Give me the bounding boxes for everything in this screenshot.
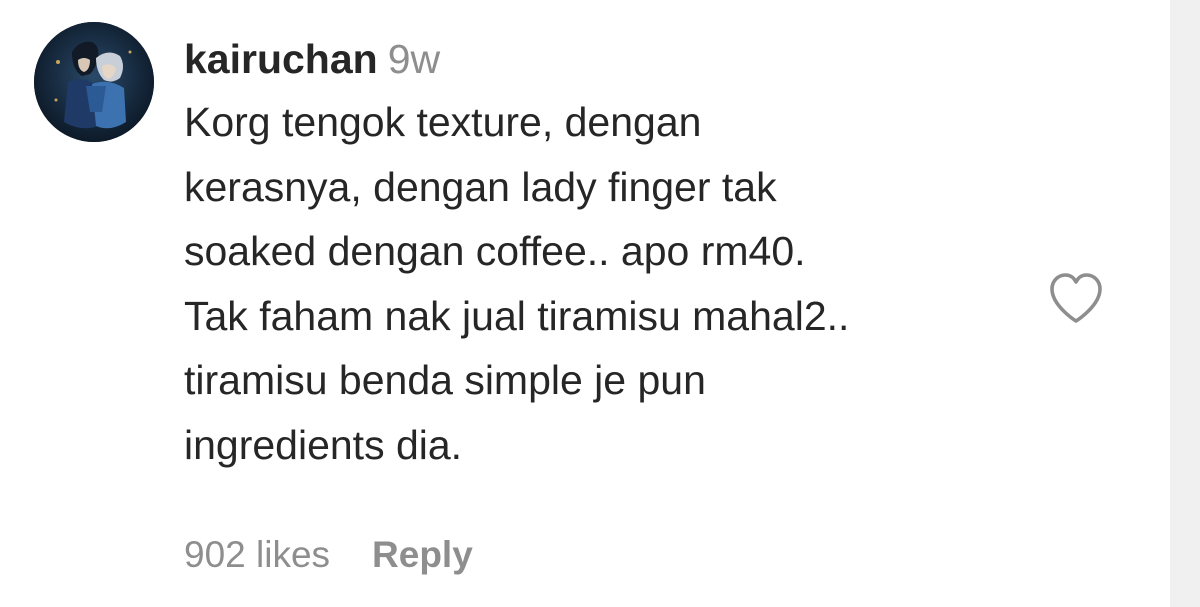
scrollbar-track[interactable]	[1170, 0, 1200, 607]
comment-page: kairuchan 9w Korg tengok texture, dengan …	[0, 0, 1200, 607]
comment-text-line: ingredients dia.	[184, 421, 463, 468]
user-avatar[interactable]	[34, 22, 154, 142]
comment-text-line: Korg tengok texture, dengan	[184, 99, 702, 145]
comment-header: kairuchan 9w	[184, 30, 1044, 88]
comment-body: kairuchan 9w Korg tengok texture, dengan …	[184, 30, 1044, 477]
comment-timestamp[interactable]: 9w	[388, 36, 440, 82]
comment-text: Korg tengok texture, dengan kerasnya, de…	[184, 90, 1044, 477]
anime-avatar-icon	[34, 22, 154, 142]
comment-text-line: tiramisu benda simple je pun	[184, 357, 706, 403]
comment-text-line: Tak faham nak jual tiramisu mahal2..	[184, 292, 850, 339]
heart-outline-icon	[1050, 273, 1102, 323]
comment-item: kairuchan 9w Korg tengok texture, dengan …	[0, 0, 1170, 607]
like-button[interactable]	[1046, 270, 1106, 326]
reply-button[interactable]: Reply	[372, 534, 473, 575]
username-link[interactable]: kairuchan	[184, 36, 378, 82]
likes-count-button[interactable]: 902 likes	[184, 534, 330, 575]
comment-text-line: kerasnya, dengan lady finger tak	[184, 163, 777, 210]
comment-text-line: soaked dengan coffee.. apo rm40.	[184, 228, 806, 274]
comment-actions: 902 likes Reply	[184, 530, 473, 580]
